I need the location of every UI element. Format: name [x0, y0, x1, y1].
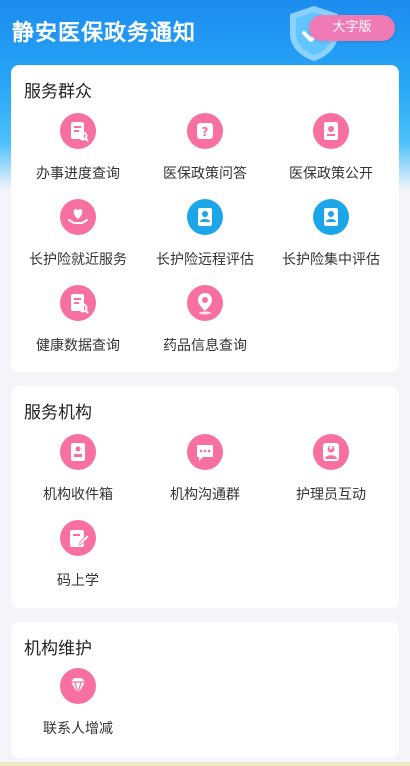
- document-search-icon: [60, 113, 96, 149]
- page-title: 静安医保政务通知: [12, 21, 197, 46]
- tile-label: 办事进度查询: [36, 166, 120, 182]
- caregiver-interaction-button[interactable]: 护理员互动: [269, 434, 393, 510]
- section-title: 机构维护: [24, 639, 92, 659]
- tile-label: 药品信息查询: [163, 338, 247, 354]
- tile-label: 联系人增减: [43, 721, 113, 737]
- person-card-icon: [187, 199, 223, 235]
- tile-label: 护理员互动: [296, 487, 366, 503]
- section-institution-maintenance: 机构维护 联系人增减: [11, 622, 399, 758]
- document-search-icon: [60, 285, 96, 321]
- question-icon: ?: [187, 113, 223, 149]
- tile-label: 长护险远程评估: [156, 252, 254, 268]
- tile-label: 码上学: [57, 573, 99, 589]
- progress-query-button[interactable]: 办事进度查询: [16, 113, 140, 189]
- institution-inbox-button[interactable]: 机构收件箱: [16, 434, 140, 510]
- section-title: 服务群众: [24, 82, 92, 102]
- person-card-icon: [313, 199, 349, 235]
- tile-label: 长护险集中评估: [282, 252, 380, 268]
- policy-public-button[interactable]: 医保政策公开: [269, 113, 393, 189]
- inbox-icon: [60, 434, 96, 470]
- document-badge-icon: [313, 113, 349, 149]
- ltc-central-assessment-button[interactable]: 长护险集中评估: [269, 199, 393, 275]
- tile-label: 健康数据查询: [36, 338, 120, 354]
- tile-label: 机构收件箱: [43, 487, 113, 503]
- svg-text:?: ?: [202, 125, 209, 139]
- contact-manage-button[interactable]: 联系人增减: [16, 668, 140, 744]
- heart-hand-icon: [60, 199, 96, 235]
- tile-label: 医保政策公开: [289, 166, 373, 182]
- health-data-query-button[interactable]: 健康数据查询: [16, 285, 140, 361]
- large-font-button[interactable]: 大字版: [309, 15, 395, 41]
- institution-group-button[interactable]: 机构沟通群: [143, 434, 267, 510]
- diamond-icon: [60, 668, 96, 704]
- section-service-public: 服务群众 办事进度查询 ? 医保政策问答 医保政策公开 长护险就近服务 长护险远…: [11, 65, 399, 372]
- tile-label: 机构沟通群: [170, 487, 240, 503]
- nurse-icon: [313, 434, 349, 470]
- chat-icon: [187, 434, 223, 470]
- bottom-edge: [0, 762, 410, 766]
- location-pin-icon: [187, 285, 223, 321]
- ltc-nearby-service-button[interactable]: 长护险就近服务: [16, 199, 140, 275]
- tile-label: 长护险就近服务: [29, 252, 127, 268]
- book-pen-icon: [60, 520, 96, 556]
- tile-label: 医保政策问答: [163, 166, 247, 182]
- section-service-institution: 服务机构 机构收件箱 机构沟通群 护理员互动 码上学: [11, 386, 399, 608]
- drug-info-query-button[interactable]: 药品信息查询: [143, 285, 267, 361]
- policy-qa-button[interactable]: ? 医保政策问答: [143, 113, 267, 189]
- section-title: 服务机构: [24, 403, 92, 423]
- ltc-remote-assessment-button[interactable]: 长护险远程评估: [143, 199, 267, 275]
- code-learning-button[interactable]: 码上学: [16, 520, 140, 596]
